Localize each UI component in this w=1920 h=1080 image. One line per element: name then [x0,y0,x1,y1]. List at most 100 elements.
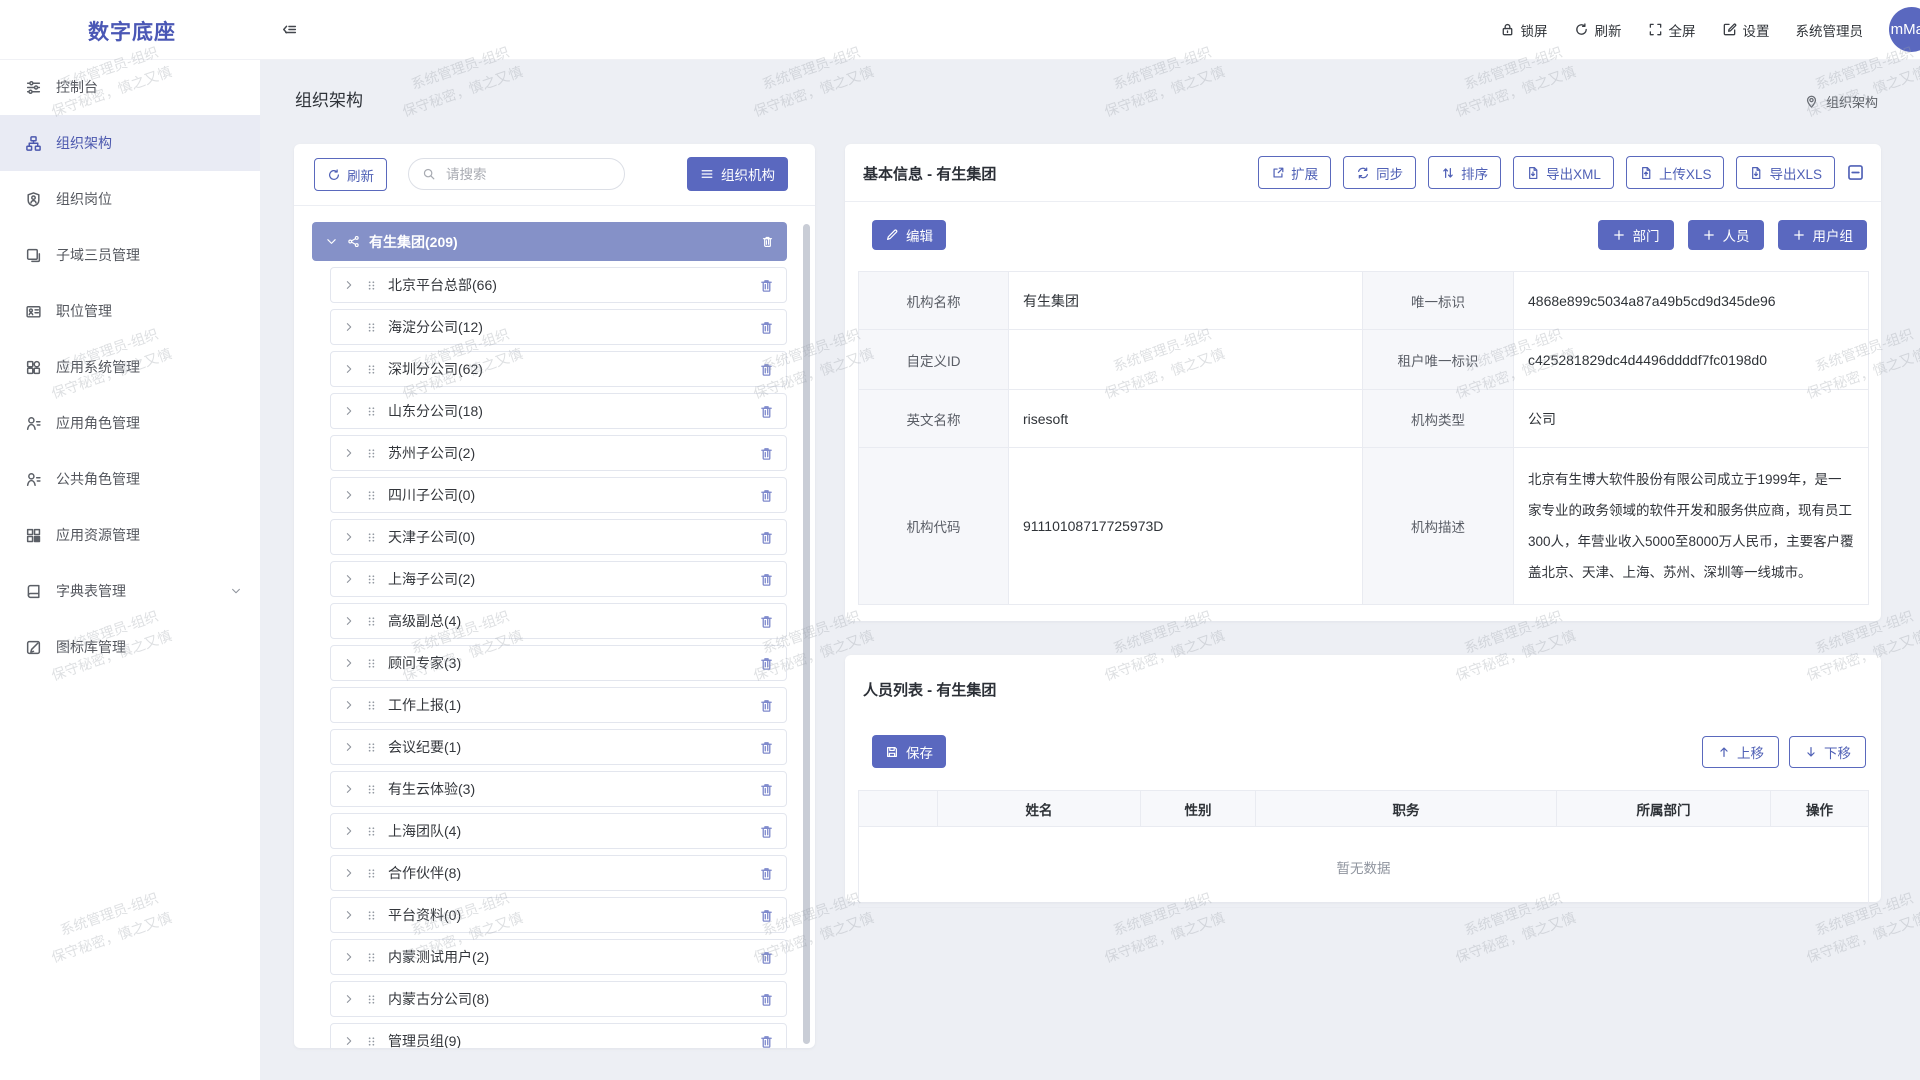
add-usergroup-button[interactable]: 用户组 [1778,220,1868,250]
chevron-right-icon[interactable] [343,321,355,333]
trash-icon[interactable] [759,362,774,377]
trash-icon[interactable] [759,740,774,755]
export-xml-button[interactable]: 导出XML [1513,156,1614,189]
tree-node-12[interactable]: 有生云体验(3) [330,771,787,807]
tree-node-10[interactable]: 工作上报(1) [330,687,787,723]
current-user-label[interactable]: 系统管理员 [1796,20,1864,40]
sidebar-item-5[interactable]: 应用系统管理 [0,339,260,395]
drag-handle-icon[interactable] [365,741,378,754]
sidebar-item-9[interactable]: 字典表管理 [0,563,260,619]
chevron-right-icon[interactable] [343,867,355,879]
sidebar-item-8[interactable]: 应用资源管理 [0,507,260,563]
sidebar-item-10[interactable]: 图标库管理 [0,619,260,675]
tree-node-11[interactable]: 会议纪要(1) [330,729,787,765]
trash-icon[interactable] [759,698,774,713]
chevron-right-icon[interactable] [343,531,355,543]
move-down-button[interactable]: 下移 [1789,736,1866,768]
expand-button[interactable]: 扩展 [1258,156,1331,189]
drag-handle-icon[interactable] [365,657,378,670]
drag-handle-icon[interactable] [365,615,378,628]
sync-button[interactable]: 同步 [1343,156,1416,189]
drag-handle-icon[interactable] [365,489,378,502]
trash-icon[interactable] [759,530,774,545]
drag-handle-icon[interactable] [365,447,378,460]
fullscreen-button[interactable]: 全屏 [1648,20,1696,40]
export-xls-button[interactable]: 导出XLS [1736,156,1835,189]
tree-node-18[interactable]: 管理员组(9) [330,1023,787,1048]
chevron-right-icon[interactable] [343,951,355,963]
chevron-right-icon[interactable] [343,363,355,375]
chevron-right-icon[interactable] [343,825,355,837]
chevron-right-icon[interactable] [343,783,355,795]
collapse-panel-icon[interactable] [1846,163,1865,182]
drag-handle-icon[interactable] [365,993,378,1006]
chevron-right-icon[interactable] [343,615,355,627]
chevron-right-icon[interactable] [343,993,355,1005]
tree-node-3[interactable]: 山东分公司(18) [330,393,787,429]
trash-icon[interactable] [759,656,774,671]
chevron-right-icon[interactable] [343,489,355,501]
drag-handle-icon[interactable] [365,699,378,712]
tree-root-node[interactable]: 有生集团(209) [312,222,787,261]
sort-button[interactable]: 排序 [1428,156,1501,189]
drag-handle-icon[interactable] [365,405,378,418]
chevron-right-icon[interactable] [343,657,355,669]
drag-handle-icon[interactable] [365,951,378,964]
trash-icon[interactable] [759,572,774,587]
drag-handle-icon[interactable] [365,279,378,292]
chevron-right-icon[interactable] [343,405,355,417]
trash-icon[interactable] [759,320,774,335]
chevron-down-icon[interactable] [325,235,338,248]
sidebar-item-6[interactable]: 应用角色管理 [0,395,260,451]
chevron-right-icon[interactable] [343,1035,355,1047]
sidebar-item-0[interactable]: 控制台 [0,59,260,115]
sidebar-item-7[interactable]: 公共角色管理 [0,451,260,507]
tree-node-13[interactable]: 上海团队(4) [330,813,787,849]
tree-scrollbar[interactable] [803,224,810,1044]
upload-xls-button[interactable]: 上传XLS [1626,156,1725,189]
tree-search-input[interactable] [444,166,620,183]
trash-icon[interactable] [759,866,774,881]
trash-icon[interactable] [759,782,774,797]
chevron-right-icon[interactable] [343,279,355,291]
tree-node-14[interactable]: 合作伙伴(8) [330,855,787,891]
tree-node-17[interactable]: 内蒙古分公司(8) [330,981,787,1017]
tree-node-1[interactable]: 海淀分公司(12) [330,309,787,345]
refresh-page-button[interactable]: 刷新 [1574,20,1622,40]
chevron-right-icon[interactable] [343,909,355,921]
user-avatar[interactable]: mMan [1889,7,1920,52]
tree-node-15[interactable]: 平台资料(0) [330,897,787,933]
trash-icon[interactable] [759,278,774,293]
sidebar-item-4[interactable]: 职位管理 [0,283,260,339]
sidebar-item-3[interactable]: 子域三员管理 [0,227,260,283]
drag-handle-icon[interactable] [365,531,378,544]
edit-button[interactable]: 编辑 [872,220,946,250]
drag-handle-icon[interactable] [365,825,378,838]
tree-node-8[interactable]: 高级副总(4) [330,603,787,639]
drag-handle-icon[interactable] [365,321,378,334]
settings-button[interactable]: 设置 [1722,20,1770,40]
drag-handle-icon[interactable] [365,573,378,586]
chevron-right-icon[interactable] [343,447,355,459]
lock-screen-button[interactable]: 锁屏 [1500,20,1548,40]
drag-handle-icon[interactable] [365,909,378,922]
org-type-button[interactable]: 组织机构 [687,157,788,191]
tree-node-9[interactable]: 顾问专家(3) [330,645,787,681]
sidebar-collapse-icon[interactable] [281,21,298,38]
tree-node-0[interactable]: 北京平台总部(66) [330,267,787,303]
trash-icon[interactable] [759,1034,774,1049]
chevron-right-icon[interactable] [343,573,355,585]
drag-handle-icon[interactable] [365,783,378,796]
sidebar-item-2[interactable]: 组织岗位 [0,171,260,227]
chevron-right-icon[interactable] [343,699,355,711]
trash-icon[interactable] [759,404,774,419]
save-button[interactable]: 保存 [872,735,946,768]
trash-icon[interactable] [761,235,774,248]
trash-icon[interactable] [759,908,774,923]
tree-node-4[interactable]: 苏州子公司(2) [330,435,787,471]
move-up-button[interactable]: 上移 [1702,736,1779,768]
trash-icon[interactable] [759,950,774,965]
drag-handle-icon[interactable] [365,867,378,880]
trash-icon[interactable] [759,824,774,839]
sidebar-item-1[interactable]: 组织架构 [0,115,260,171]
